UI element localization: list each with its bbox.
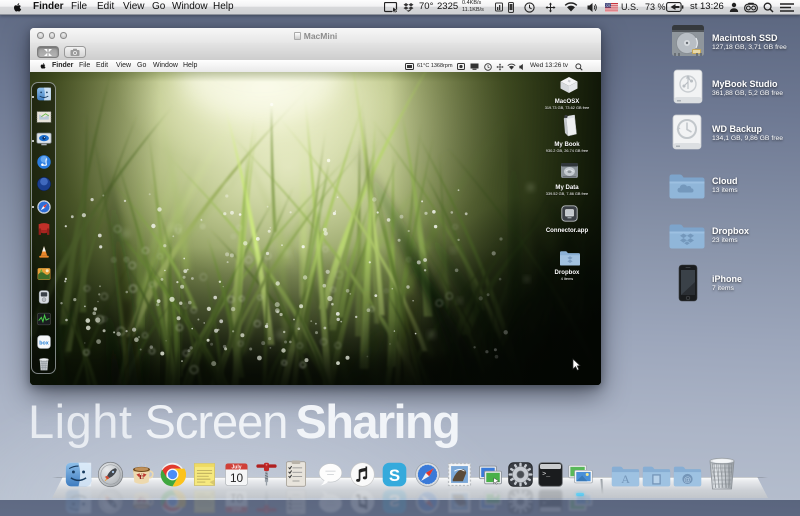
svg-text:>_: >_ (542, 498, 551, 506)
svg-text:July: July (231, 506, 241, 512)
svg-text:10: 10 (229, 491, 243, 505)
svg-text:>_: >_ (542, 470, 551, 478)
svg-text:É: É (139, 495, 144, 503)
svg-text:10: 10 (229, 471, 243, 485)
svg-text:July: July (231, 464, 241, 470)
svg-text:@: @ (684, 475, 692, 484)
svg-text:S: S (388, 491, 399, 510)
svg-text:A: A (621, 472, 630, 486)
svg-text:box: box (39, 340, 49, 346)
svg-text:É: É (139, 473, 144, 481)
svg-text:S: S (388, 466, 399, 485)
